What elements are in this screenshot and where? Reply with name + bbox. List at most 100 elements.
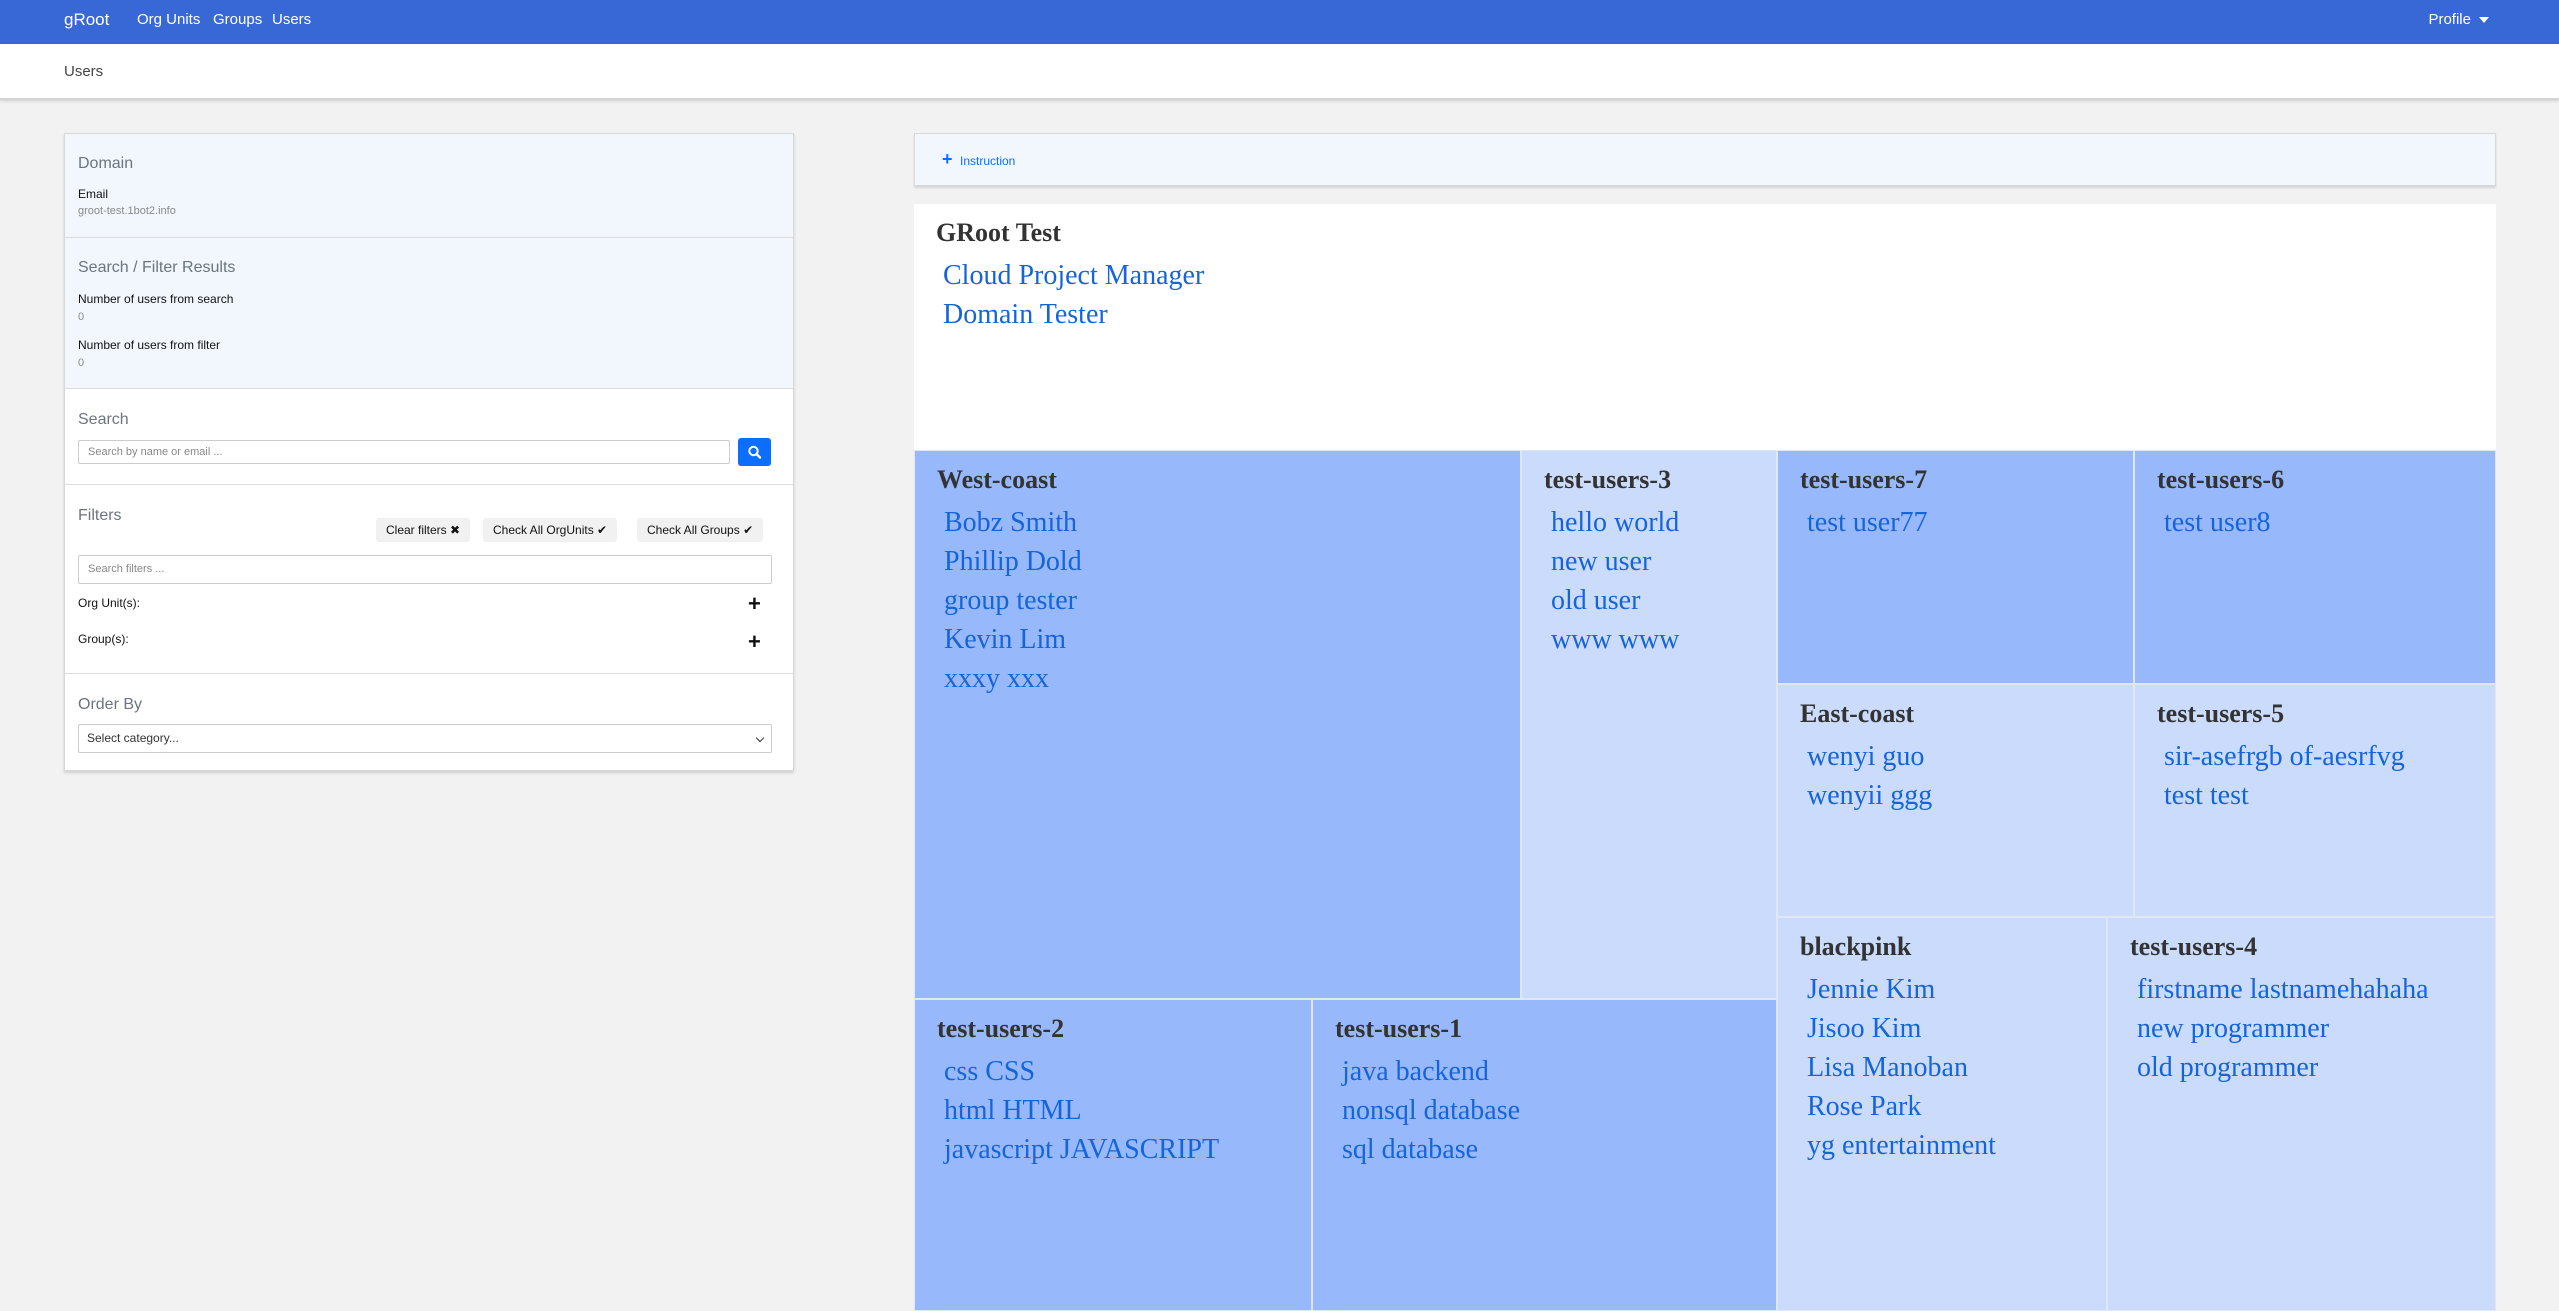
times-icon: ✖	[450, 523, 461, 537]
search-input[interactable]: Search by name or email ...	[78, 440, 730, 464]
check-icon: ✔	[743, 523, 754, 537]
member-link[interactable]: test test	[2164, 776, 2405, 815]
member-link[interactable]: Domain Tester	[943, 295, 1204, 334]
member-link[interactable]: test user8	[2164, 503, 2271, 542]
plus-icon: +	[942, 149, 953, 169]
group-cell-test-users-7: test-users-7 test user77	[1777, 450, 2134, 684]
filters-section: Filters Clear filters ✖ Check All OrgUni…	[65, 485, 793, 674]
group-members: sir-asefrgb of-aesrfvg test test	[2164, 737, 2405, 815]
order-by-selected: Select category...	[87, 731, 179, 745]
group-members: firstname lastnamehahaha new programmer …	[2137, 970, 2429, 1087]
group-title: test-users-7	[1800, 465, 1928, 494]
group-title: test-users-2	[937, 1014, 1065, 1043]
member-link[interactable]: test user77	[1807, 503, 1928, 542]
group-cell-test-users-6: test-users-6 test user8	[2134, 450, 2496, 684]
orgunits-label: Org Unit(s):	[78, 596, 141, 610]
domain-title: Domain	[78, 155, 134, 172]
member-link[interactable]: Jennie Kim	[1807, 970, 1996, 1009]
member-link[interactable]: sql database	[1342, 1130, 1520, 1169]
order-section: Order By Select category...	[65, 674, 793, 770]
filter-count-value: 0	[78, 357, 85, 369]
group-members: hello world new user old user www www	[1551, 503, 1679, 659]
member-link[interactable]: nonsql database	[1342, 1091, 1520, 1130]
expand-orgunits-plus-icon[interactable]: +	[748, 593, 761, 615]
expand-groups-plus-icon[interactable]: +	[748, 631, 761, 653]
group-title: West-coast	[937, 465, 1057, 494]
member-link[interactable]: group tester	[944, 581, 1082, 620]
member-link[interactable]: xxxy xxx	[944, 659, 1082, 698]
group-title: test-users-5	[2157, 699, 2285, 728]
group-title: test-users-4	[2130, 932, 2258, 961]
groups-label: Group(s):	[78, 632, 129, 646]
search-title: Search	[78, 411, 129, 428]
member-link[interactable]: yg entertainment	[1807, 1126, 1996, 1165]
member-link[interactable]: old programmer	[2137, 1048, 2429, 1087]
filter-search-input[interactable]: Search filters ...	[78, 555, 772, 584]
search-count-label: Number of users from search	[78, 292, 234, 306]
group-members: test user8	[2164, 503, 2271, 542]
group-cell-test-users-3: test-users-3 hello world new user old us…	[1521, 450, 1777, 999]
top-navbar: gRoot Org Units Groups Users Profile	[0, 0, 2559, 44]
clear-filters-label: Clear filters	[386, 523, 447, 537]
profile-dropdown[interactable]: Profile	[2428, 11, 2489, 28]
group-title: blackpink	[1800, 932, 1912, 961]
group-cell-test-users-1: test-users-1 java backend nonsql databas…	[1312, 999, 1777, 1311]
group-cell-east-coast: East-coast wenyi guo wenyii ggg	[1777, 684, 2134, 917]
caret-down-icon	[2479, 17, 2489, 24]
group-title: test-users-6	[2157, 465, 2285, 494]
member-link[interactable]: Bobz Smith	[944, 503, 1082, 542]
member-link[interactable]: Kevin Lim	[944, 620, 1082, 659]
check-all-groups-label: Check All Groups	[647, 523, 740, 537]
order-title: Order By	[78, 696, 143, 713]
clear-filters-button[interactable]: Clear filters ✖	[376, 518, 471, 542]
group-cell-test-users-5: test-users-5 sir-asefrgb of-aesrfvg test…	[2134, 684, 2496, 917]
chevron-down-icon	[755, 733, 765, 743]
member-link[interactable]: css CSS	[944, 1052, 1219, 1091]
email-value: groot-test.1bot2.info	[78, 205, 176, 217]
results-section: Search / Filter Results Number of users …	[65, 238, 793, 389]
check-all-groups-button[interactable]: Check All Groups ✔	[637, 518, 764, 542]
group-cell-test-users-4: test-users-4 firstname lastnamehahaha ne…	[2107, 917, 2496, 1311]
treemap-root: GRoot Test Cloud Project Manager Domain …	[914, 204, 2496, 1311]
member-link[interactable]: firstname lastnamehahaha	[2137, 970, 2429, 1009]
order-by-select[interactable]: Select category...	[78, 724, 772, 753]
instruction-toggle[interactable]: + Instruction	[914, 133, 2496, 186]
member-link[interactable]: wenyi guo	[1807, 737, 1932, 776]
member-link[interactable]: sir-asefrgb of-aesrfvg	[2164, 737, 2405, 776]
group-members: Bobz Smith Phillip Dold group tester Kev…	[944, 503, 1082, 698]
email-label: Email	[78, 187, 109, 201]
search-button[interactable]	[738, 438, 771, 466]
nav-link-users[interactable]: Users	[272, 11, 311, 28]
member-link[interactable]: Rose Park	[1807, 1087, 1996, 1126]
member-link[interactable]: Jisoo Kim	[1807, 1009, 1996, 1048]
check-all-orgunits-button[interactable]: Check All OrgUnits ✔	[483, 518, 618, 542]
search-icon	[748, 445, 762, 459]
group-members: css CSS html HTML javascript JAVASCRIPT	[944, 1052, 1219, 1169]
member-link[interactable]: javascript JAVASCRIPT	[944, 1130, 1219, 1169]
root-title: GRoot Test	[936, 218, 1061, 247]
group-cell-west-coast: West-coast Bobz Smith Phillip Dold group…	[914, 450, 1521, 999]
breadcrumb: Users	[64, 63, 104, 80]
member-link[interactable]: old user	[1551, 581, 1679, 620]
member-link[interactable]: java backend	[1342, 1052, 1520, 1091]
group-title: test-users-3	[1544, 465, 1672, 494]
member-link[interactable]: new programmer	[2137, 1009, 2429, 1048]
member-link[interactable]: hello world	[1551, 503, 1679, 542]
search-section: Search Search by name or email ...	[65, 389, 793, 485]
member-link[interactable]: Cloud Project Manager	[943, 256, 1204, 295]
member-link[interactable]: html HTML	[944, 1091, 1219, 1130]
sidebar-panel: Domain Email groot-test.1bot2.info Searc…	[64, 133, 794, 771]
group-title: test-users-1	[1335, 1014, 1463, 1043]
group-members: java backend nonsql database sql databas…	[1342, 1052, 1520, 1169]
member-link[interactable]: Phillip Dold	[944, 542, 1082, 581]
group-members: Jennie Kim Jisoo Kim Lisa Manoban Rose P…	[1807, 970, 1996, 1165]
member-link[interactable]: wenyii ggg	[1807, 776, 1932, 815]
member-link[interactable]: www www	[1551, 620, 1679, 659]
search-count-value: 0	[78, 311, 85, 323]
nav-link-org-units[interactable]: Org Units	[137, 11, 200, 28]
nav-link-groups[interactable]: Groups	[213, 11, 262, 28]
member-link[interactable]: new user	[1551, 542, 1679, 581]
brand-logo[interactable]: gRoot	[64, 10, 109, 30]
group-title: East-coast	[1800, 699, 1915, 728]
member-link[interactable]: Lisa Manoban	[1807, 1048, 1996, 1087]
